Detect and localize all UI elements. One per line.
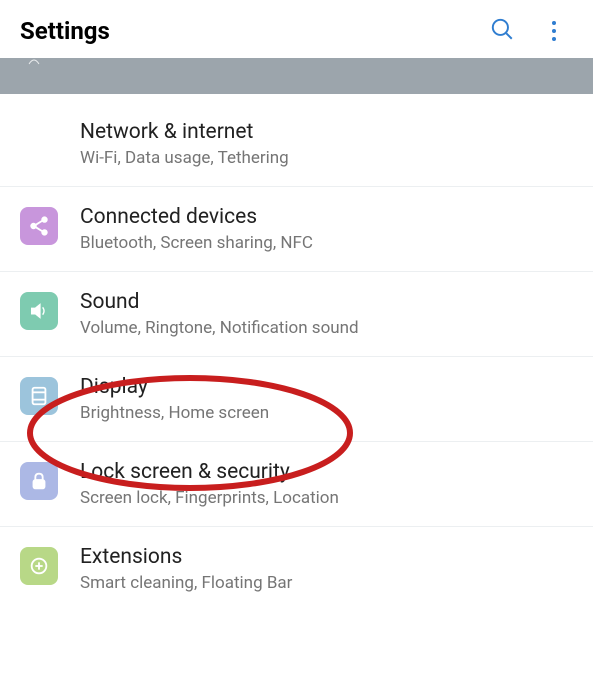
page-title: Settings bbox=[20, 17, 110, 45]
item-title: Sound bbox=[80, 290, 573, 314]
settings-item-display[interactable]: Display Brightness, Home screen bbox=[0, 357, 593, 442]
settings-item-lockscreen[interactable]: Lock screen & security Screen lock, Fing… bbox=[0, 442, 593, 527]
sound-icon bbox=[20, 292, 58, 330]
share-icon bbox=[20, 207, 58, 245]
data-saver-banner[interactable] bbox=[0, 58, 593, 94]
item-content: Connected devices Bluetooth, Screen shar… bbox=[80, 205, 573, 253]
wifi-icon bbox=[20, 122, 58, 160]
settings-item-sound[interactable]: Sound Volume, Ringtone, Notification sou… bbox=[0, 272, 593, 357]
item-title: Lock screen & security bbox=[80, 460, 573, 484]
item-content: Display Brightness, Home screen bbox=[80, 375, 573, 423]
item-subtitle: Volume, Ringtone, Notification sound bbox=[80, 318, 573, 338]
item-content: Extensions Smart cleaning, Floating Bar bbox=[80, 545, 573, 593]
item-subtitle: Bluetooth, Screen sharing, NFC bbox=[80, 233, 573, 253]
item-subtitle: Screen lock, Fingerprints, Location bbox=[80, 488, 573, 508]
item-subtitle: Brightness, Home screen bbox=[80, 403, 573, 423]
app-header: Settings bbox=[0, 0, 593, 58]
settings-item-network[interactable]: Network & internet Wi-Fi, Data usage, Te… bbox=[0, 102, 593, 187]
settings-item-extensions[interactable]: Extensions Smart cleaning, Floating Bar bbox=[0, 527, 593, 611]
search-icon[interactable] bbox=[489, 16, 515, 46]
lock-icon bbox=[20, 462, 58, 500]
extensions-icon bbox=[20, 547, 58, 585]
item-subtitle: Smart cleaning, Floating Bar bbox=[80, 573, 573, 593]
item-title: Connected devices bbox=[80, 205, 573, 229]
more-icon[interactable] bbox=[543, 20, 565, 42]
item-content: Sound Volume, Ringtone, Notification sou… bbox=[80, 290, 573, 338]
display-icon bbox=[20, 377, 58, 415]
item-subtitle: Wi-Fi, Data usage, Tethering bbox=[80, 148, 573, 168]
settings-item-connected[interactable]: Connected devices Bluetooth, Screen shar… bbox=[0, 187, 593, 272]
data-saver-icon bbox=[20, 58, 48, 72]
item-content: Lock screen & security Screen lock, Fing… bbox=[80, 460, 573, 508]
item-title: Network & internet bbox=[80, 120, 573, 144]
item-content: Network & internet Wi-Fi, Data usage, Te… bbox=[80, 120, 573, 168]
item-title: Display bbox=[80, 375, 573, 399]
settings-list: Network & internet Wi-Fi, Data usage, Te… bbox=[0, 94, 593, 611]
header-actions bbox=[489, 16, 573, 46]
item-title: Extensions bbox=[80, 545, 573, 569]
